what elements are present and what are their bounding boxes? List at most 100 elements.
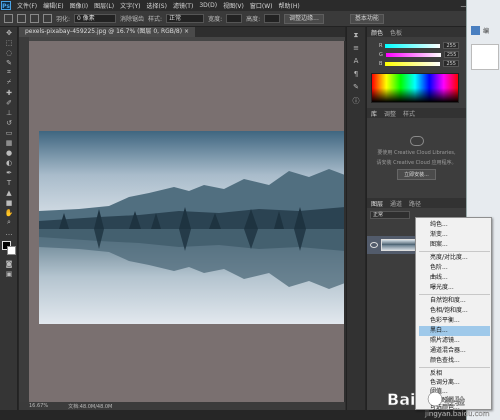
color-swatches[interactable]	[2, 241, 16, 255]
paragraph-panel-icon[interactable]: ¶	[350, 70, 362, 79]
width-input[interactable]	[226, 14, 243, 23]
eraser-tool-icon[interactable]: ▭	[2, 128, 16, 137]
baidu-logo-icon: Bai 经验 jingyan.baidu.com	[387, 390, 490, 418]
height-label: 高度:	[246, 16, 261, 23]
background-color-swatch[interactable]	[7, 246, 16, 255]
menu-file[interactable]: 文件(F)	[14, 1, 40, 10]
feather-input[interactable]: 0 像素	[74, 14, 117, 23]
tab-channels[interactable]: 通道	[390, 199, 402, 208]
tab-paths[interactable]: 路径	[409, 199, 421, 208]
vertical-ruler	[19, 37, 29, 410]
menu-separator	[419, 367, 490, 368]
menu-item-hue-saturation[interactable]: 色相/饱和度...	[419, 306, 490, 316]
zoom-level[interactable]: 16.67%	[29, 403, 48, 409]
quick-select-tool-icon[interactable]: ✎	[2, 58, 16, 67]
menu-layer[interactable]: 图层(L)	[91, 1, 117, 10]
menu-item-gradient[interactable]: 渐变...	[419, 230, 490, 240]
menu-select[interactable]: 选择(S)	[143, 1, 170, 10]
lasso-tool-icon[interactable]: ◌	[2, 48, 16, 57]
color-spectrum[interactable]	[371, 73, 459, 103]
menu-view[interactable]: 视图(V)	[220, 1, 247, 10]
eyedropper-tool-icon[interactable]: ⌿	[2, 78, 16, 87]
properties-panel-icon[interactable]: ≡	[350, 44, 362, 53]
brush-tool-icon[interactable]: ✐	[2, 98, 16, 107]
dodge-tool-icon[interactable]: ◐	[2, 158, 16, 167]
brush-panel-icon[interactable]: ✎	[350, 83, 362, 92]
style-select[interactable]: 正常	[166, 14, 205, 23]
canvas-image[interactable]	[39, 131, 345, 324]
blue-channel-slider[interactable]	[385, 61, 441, 66]
screen-mode-icon[interactable]: ▣	[2, 269, 16, 278]
menu-item-solid-color[interactable]: 纯色...	[419, 220, 490, 230]
antialias-checkbox[interactable]: 消除锯齿	[120, 14, 144, 23]
shape-tool-icon[interactable]: ■	[2, 198, 16, 207]
menu-help[interactable]: 帮助(H)	[276, 1, 303, 10]
character-panel-icon[interactable]: A	[350, 57, 362, 66]
menu-item-black-white[interactable]: 黑白...	[419, 326, 490, 336]
healing-brush-tool-icon[interactable]: ✚	[2, 88, 16, 97]
red-channel-value[interactable]: 255	[443, 42, 460, 49]
new-selection-icon[interactable]	[17, 14, 26, 23]
workspace-select[interactable]: 基本功能	[349, 13, 384, 24]
menu-item-pattern[interactable]: 图案...	[419, 240, 490, 250]
refine-edge-button[interactable]: 调整边缘...	[284, 13, 324, 24]
menu-edit[interactable]: 编辑(E)	[40, 1, 66, 10]
status-bar: 16.67% 文档:48.0M/48.0M	[19, 402, 345, 410]
tab-swatches[interactable]: 色板	[390, 28, 402, 37]
width-label: 宽度:	[208, 16, 223, 23]
quick-mask-icon[interactable]: ◙	[2, 259, 16, 268]
menu-window[interactable]: 窗口(W)	[247, 1, 276, 10]
green-channel-slider[interactable]	[385, 52, 441, 57]
menu-item-color-balance[interactable]: 色彩平衡...	[419, 316, 490, 326]
menu-item-color-lookup[interactable]: 颜色查找...	[419, 356, 490, 366]
intersect-selection-icon[interactable]	[43, 14, 52, 23]
crop-tool-icon[interactable]: ⌗	[2, 68, 16, 77]
menu-item-brightness-contrast[interactable]: 亮度/对比度...	[419, 253, 490, 263]
move-tool-icon[interactable]: ✥	[2, 28, 16, 37]
green-channel-value[interactable]: 255	[443, 51, 460, 58]
blur-tool-icon[interactable]: ●	[2, 148, 16, 157]
menu-type[interactable]: 文字(Y)	[117, 1, 143, 10]
gradient-tool-icon[interactable]: ▦	[2, 138, 16, 147]
zoom-tool-icon[interactable]: ⌕	[2, 218, 16, 227]
red-channel-slider[interactable]	[385, 43, 441, 48]
history-panel-icon[interactable]: ⧗	[350, 31, 362, 40]
pen-tool-icon[interactable]: ✒	[2, 168, 16, 177]
tab-libraries[interactable]: 库	[371, 109, 377, 118]
options-bar: 羽化: 0 像素 消除锯齿 样式: 正常 宽度: 高度: 调整边缘... 基本功…	[0, 11, 500, 27]
watermark-brand-suffix: 经验	[445, 395, 465, 408]
type-tool-icon[interactable]: T	[2, 178, 16, 187]
menu-image[interactable]: 图像(I)	[67, 1, 91, 10]
layer-thumbnail[interactable]	[381, 239, 417, 251]
menu-item-vibrance[interactable]: 自然饱和度...	[419, 296, 490, 306]
install-now-button[interactable]: 立即安装...	[397, 169, 436, 180]
menu-item-curves[interactable]: 曲线...	[419, 273, 490, 283]
menu-3d[interactable]: 3D(D)	[196, 2, 220, 9]
menu-item-levels[interactable]: 色阶...	[419, 263, 490, 273]
info-panel-icon[interactable]: ⓘ	[350, 96, 362, 105]
height-input[interactable]	[264, 14, 281, 23]
eye-icon[interactable]	[370, 242, 378, 248]
tab-layers[interactable]: 图层	[371, 199, 383, 208]
document-tab[interactable]: pexels-pixabay-459225.jpg @ 16.7% (图层 0,…	[19, 27, 196, 37]
history-brush-tool-icon[interactable]: ↺	[2, 118, 16, 127]
tab-styles[interactable]: 样式	[403, 109, 415, 118]
add-selection-icon[interactable]	[30, 14, 39, 23]
blue-channel-value[interactable]: 255	[443, 60, 459, 67]
path-select-tool-icon[interactable]: ▲	[2, 188, 16, 197]
menu-item-photo-filter[interactable]: 照片滤镜...	[419, 336, 490, 346]
adjustment-layer-menu: 纯色... 渐变... 图案... 亮度/对比度... 色阶... 曲线... …	[415, 217, 492, 411]
hand-tool-icon[interactable]: ✋	[2, 208, 16, 217]
marquee-tool-icon[interactable]	[4, 14, 13, 23]
clone-stamp-tool-icon[interactable]: ⊥	[2, 108, 16, 117]
menu-item-exposure[interactable]: 曝光度...	[419, 283, 490, 293]
tab-adjustments[interactable]: 调整	[384, 109, 396, 118]
menu-filter[interactable]: 滤镜(T)	[170, 1, 196, 10]
libraries-message-2: 请安装 Creative Cloud 应用程序。	[376, 160, 457, 166]
marquee-tool-icon[interactable]: ⬚	[2, 38, 16, 47]
menu-item-channel-mixer[interactable]: 通道混合器...	[419, 346, 490, 356]
tab-color[interactable]: 颜色	[371, 28, 383, 37]
libraries-panel-tabs: 库 调整 样式	[367, 108, 466, 118]
more-tools-icon[interactable]: …	[2, 228, 16, 237]
blend-mode-select[interactable]: 正常	[370, 211, 410, 219]
